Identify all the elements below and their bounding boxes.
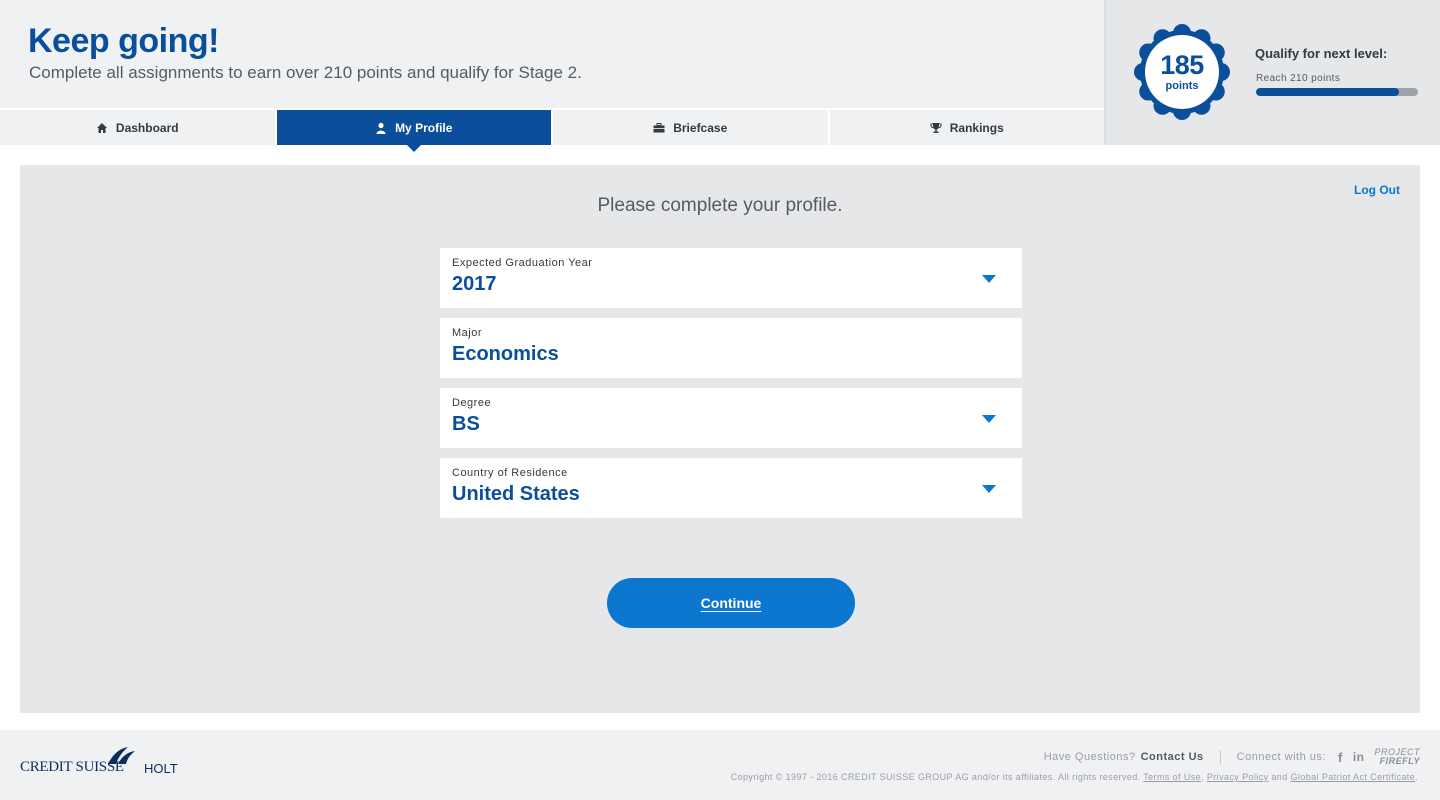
firefly-line2: FIREFLY: [1379, 756, 1420, 766]
chevron-down-icon[interactable]: [982, 485, 996, 493]
tab-briefcase[interactable]: Briefcase: [553, 110, 828, 145]
tab-rankings[interactable]: Rankings: [829, 110, 1104, 145]
tab-briefcase-label: Briefcase: [673, 120, 728, 135]
major-label: Major: [452, 327, 483, 339]
sails-logo-icon: [108, 747, 135, 764]
terms-link[interactable]: Terms of Use: [1143, 772, 1201, 782]
home-icon: [96, 122, 107, 133]
social-links: f in PROJECT FIREFLY: [1338, 748, 1420, 766]
profile-prompt: Please complete your profile.: [597, 195, 843, 216]
copyright: Copyright © 1997 - 2016 CREDIT SUISSE GR…: [730, 772, 1418, 782]
tab-my-profile[interactable]: My Profile: [276, 110, 551, 152]
chevron-down-icon[interactable]: [982, 415, 996, 423]
degree-select[interactable]: Degree BS: [440, 388, 1022, 448]
privacy-link[interactable]: Privacy Policy: [1207, 772, 1269, 782]
graduation-year-value: 2017: [452, 273, 497, 295]
level-progress-bar: [1256, 88, 1418, 96]
major-value: Economics: [452, 343, 559, 365]
contact-us-link[interactable]: Contact Us: [1141, 751, 1204, 763]
patriot-act-link[interactable]: Global Patriot Act Certificate: [1291, 772, 1416, 782]
page-title: Keep going!: [28, 22, 219, 60]
page-subtitle: Complete all assignments to earn over 21…: [29, 63, 582, 82]
score-panel: 185 points Qualify for next level: Reach…: [1106, 0, 1440, 145]
graduation-year-select[interactable]: Expected Graduation Year 2017: [440, 248, 1022, 308]
footer-separator: [1219, 750, 1221, 764]
credit-suisse-holt-logo[interactable]: CREDIT SUISSE HOLT: [20, 746, 190, 780]
points-value: 185: [1160, 50, 1204, 80]
next-level-target: Reach 210 points: [1256, 73, 1341, 84]
level-progress-fill: [1256, 88, 1399, 96]
degree-label: Degree: [452, 397, 492, 409]
next-level-title: Qualify for next level:: [1255, 46, 1388, 61]
user-icon: [376, 122, 386, 134]
main-nav-tabs: Dashboard My Profile Briefcase Rankings: [0, 110, 1104, 152]
project-firefly-logo[interactable]: PROJECT FIREFLY: [1374, 748, 1420, 766]
copyright-text: Copyright © 1997 - 2016 CREDIT SUISSE GR…: [730, 772, 1141, 782]
continue-button-label: Continue: [700, 595, 762, 611]
country-label: Country of Residence: [452, 467, 568, 479]
tab-dashboard-label: Dashboard: [115, 120, 179, 135]
country-select[interactable]: Country of Residence United States: [440, 458, 1022, 518]
questions-text: Have Questions?: [1043, 751, 1136, 763]
and-text: and: [1271, 772, 1288, 782]
points-unit: points: [1165, 80, 1199, 92]
chevron-down-icon[interactable]: [982, 275, 996, 283]
briefcase-icon: [653, 122, 665, 132]
facebook-icon[interactable]: f: [1338, 750, 1343, 765]
degree-value: BS: [452, 413, 480, 435]
tab-my-profile-label: My Profile: [395, 120, 453, 135]
tab-dashboard[interactable]: Dashboard: [0, 110, 275, 145]
country-value: United States: [452, 483, 580, 505]
header: Keep going! Complete all assignments to …: [0, 0, 1104, 108]
profile-panel: Log Out Please complete your profile. Ex…: [20, 165, 1420, 713]
graduation-year-label: Expected Graduation Year: [452, 257, 593, 269]
footer: CREDIT SUISSE HOLT Have Questions? Conta…: [0, 730, 1440, 800]
continue-button[interactable]: Continue: [607, 578, 855, 628]
footer-links: Have Questions? Contact Us Connect with …: [1044, 748, 1420, 766]
major-field[interactable]: Major Economics: [440, 318, 1022, 378]
tab-rankings-label: Rankings: [949, 120, 1004, 135]
connect-text: Connect with us:: [1236, 751, 1326, 763]
linkedin-icon[interactable]: in: [1353, 750, 1365, 764]
trophy-icon: [930, 122, 942, 133]
logo-secondary-text: HOLT: [144, 761, 178, 776]
